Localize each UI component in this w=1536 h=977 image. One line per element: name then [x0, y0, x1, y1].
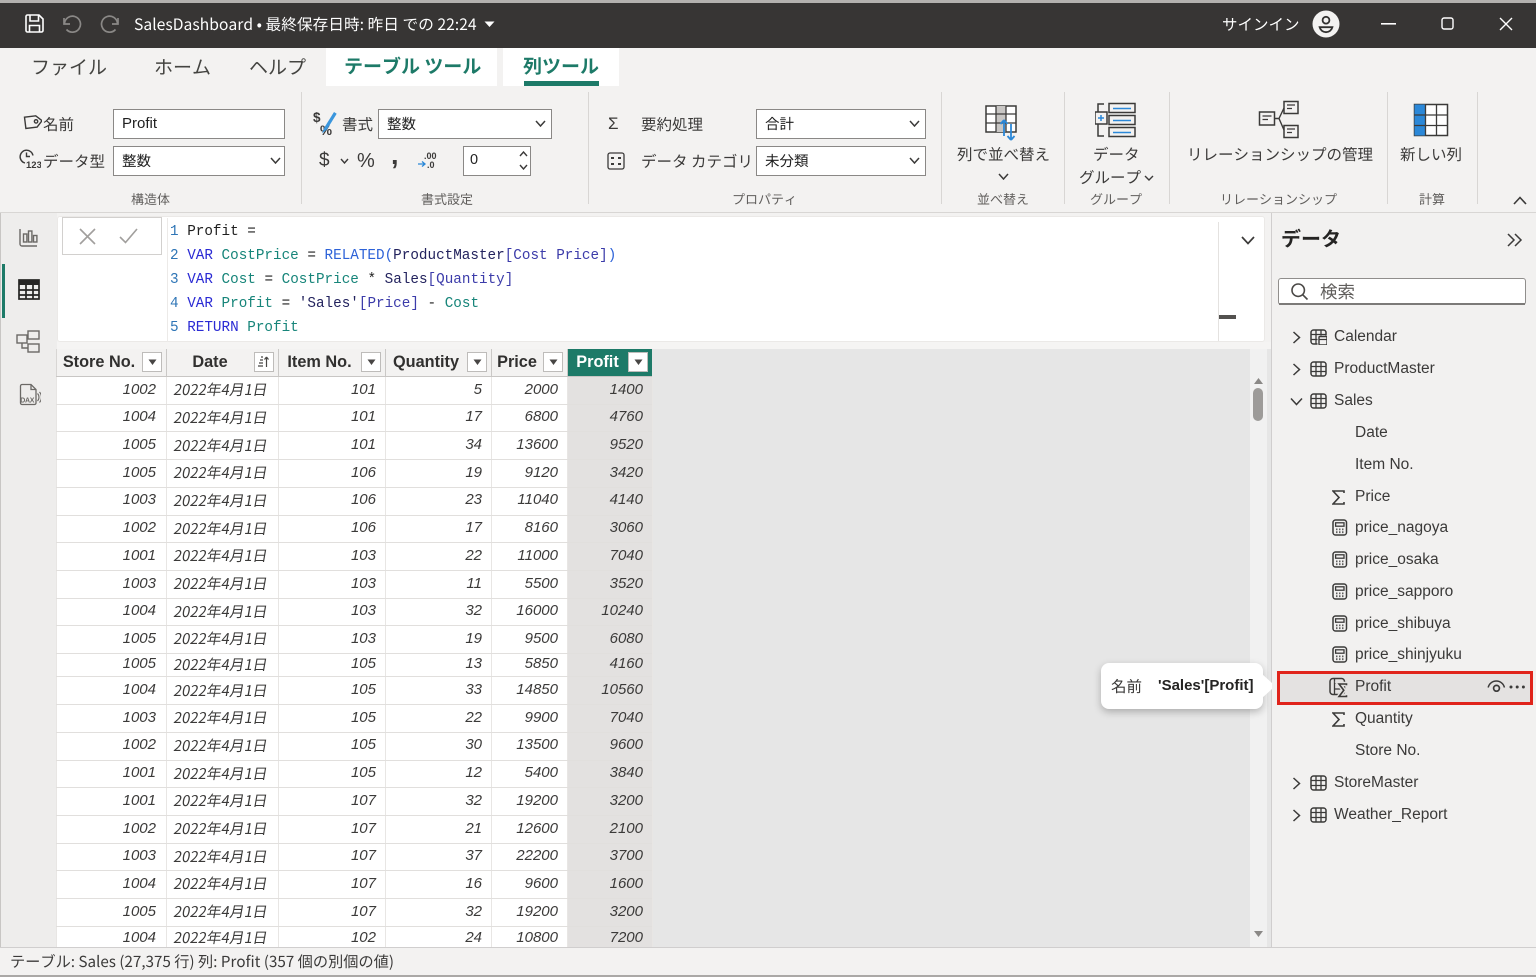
svg-text:123: 123	[26, 160, 41, 171]
svg-text:DAX: DAX	[20, 398, 35, 405]
svg-text:.0: .0	[427, 160, 435, 170]
